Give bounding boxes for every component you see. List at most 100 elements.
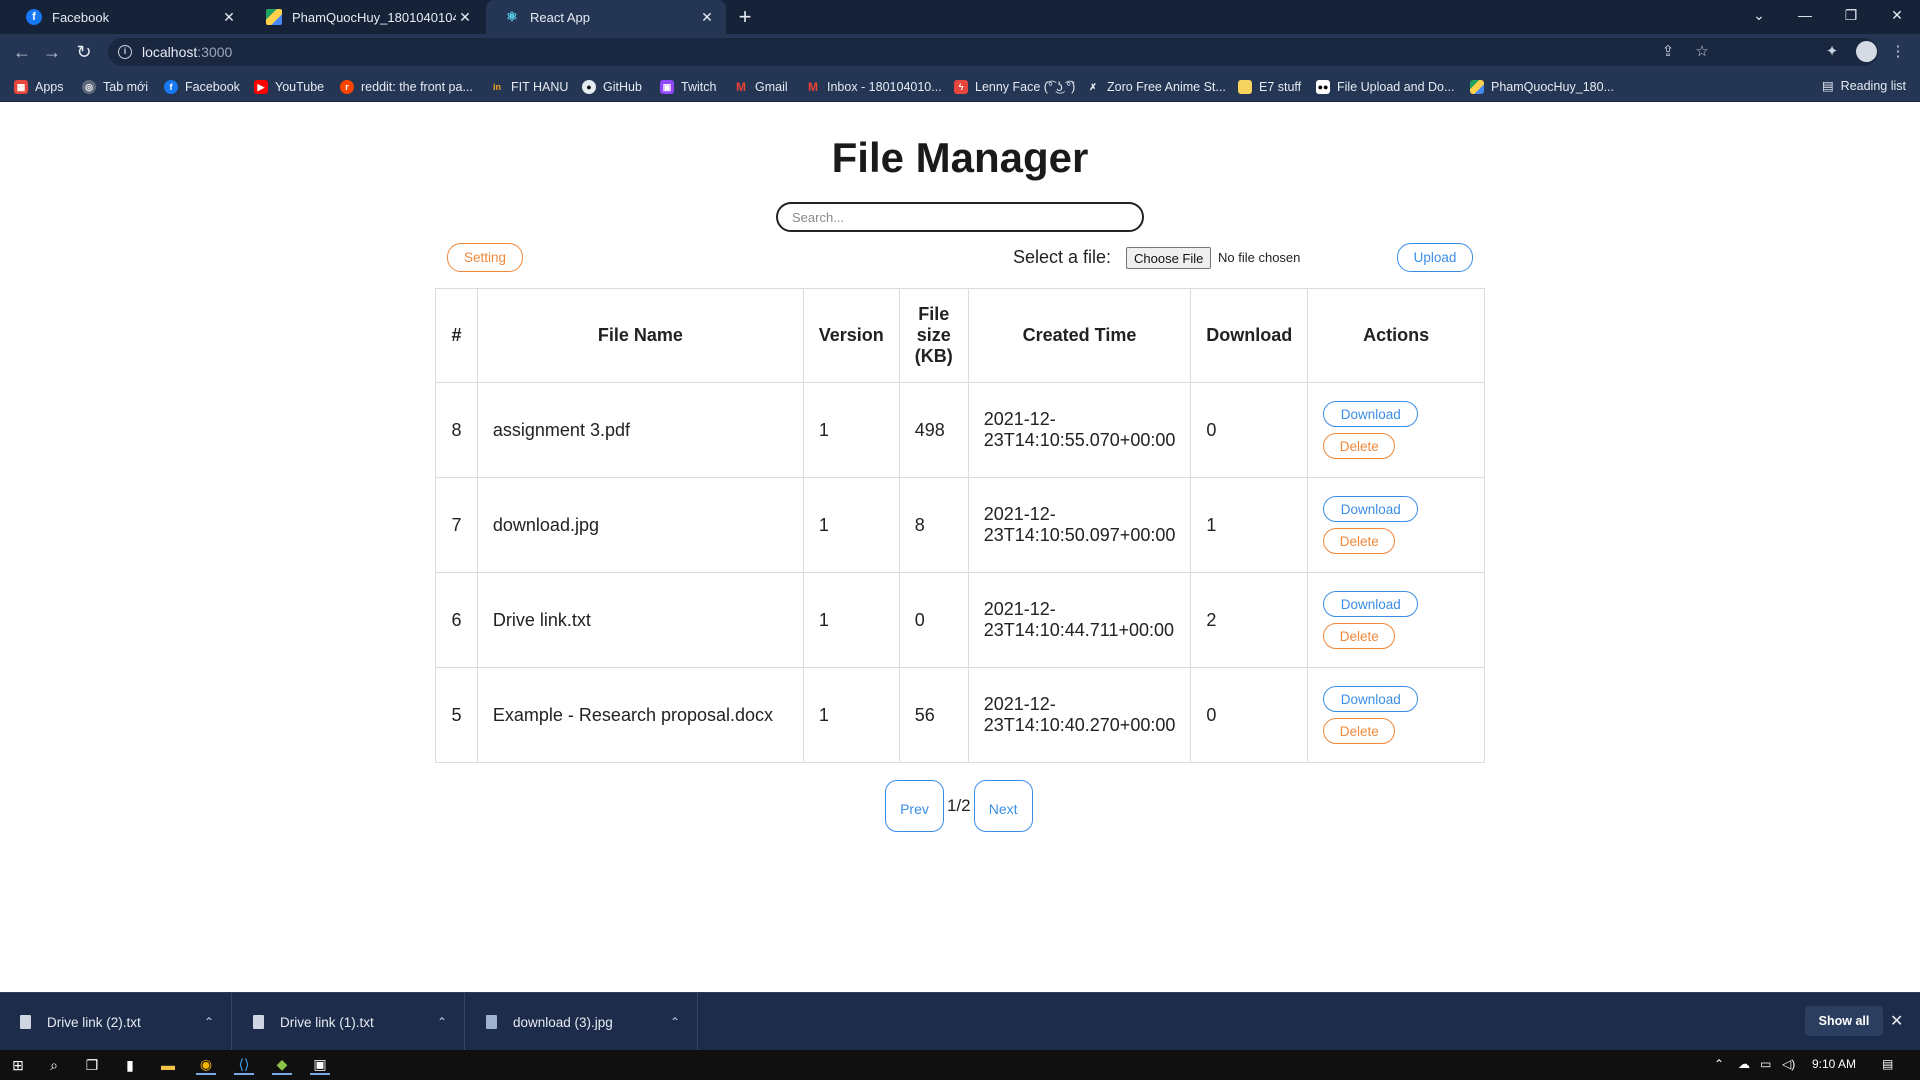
clock-time[interactable]: 9:10 AM bbox=[1812, 1057, 1856, 1071]
search-icon[interactable]: ⌕ bbox=[44, 1055, 64, 1075]
bookmark-lenny-face[interactable]: ϟ Lenny Face (͡° ͜ʖ ͡°) bbox=[954, 78, 1075, 96]
files-table: # File Name Version File size (KB) Creat… bbox=[435, 288, 1485, 763]
network-icon[interactable]: ▭ bbox=[1760, 1057, 1771, 1071]
download-button[interactable]: Download bbox=[1323, 401, 1419, 427]
delete-button[interactable]: Delete bbox=[1323, 623, 1396, 649]
chrome-icon[interactable]: ◉ bbox=[196, 1055, 216, 1075]
bookmark-zoro[interactable]: ✗ Zoro Free Anime St... bbox=[1086, 78, 1226, 96]
choose-file-button[interactable]: Choose File bbox=[1126, 247, 1212, 269]
download-button[interactable]: Download bbox=[1323, 591, 1419, 617]
close-icon[interactable]: ✕ bbox=[698, 9, 716, 26]
upload-button[interactable]: Upload bbox=[1397, 243, 1473, 272]
close-icon[interactable]: ✕ bbox=[220, 9, 238, 26]
row-actions: Download Delete bbox=[1307, 667, 1485, 763]
address-bar[interactable]: i localhost:3000 ⇪ ☆ bbox=[108, 38, 1878, 66]
medium-icon: ●● bbox=[1316, 80, 1330, 94]
delete-button[interactable]: Delete bbox=[1323, 718, 1396, 744]
restore-icon[interactable]: ❐ bbox=[1828, 0, 1874, 30]
close-window-icon[interactable]: ✕ bbox=[1874, 0, 1920, 30]
profile-avatar-icon[interactable] bbox=[1856, 41, 1877, 62]
tab-react-app[interactable]: ⚛ React App ✕ bbox=[486, 0, 726, 34]
bookmark-youtube[interactable]: ▶ YouTube bbox=[254, 78, 324, 96]
new-tab-button[interactable]: + bbox=[732, 4, 758, 30]
download-button[interactable]: Download bbox=[1323, 686, 1419, 712]
bookmark-fit-hanu[interactable]: in FIT HANU bbox=[490, 78, 568, 96]
chevron-up-icon[interactable]: ⌃ bbox=[663, 1015, 687, 1029]
notifications-icon[interactable]: ▤ bbox=[1882, 1057, 1893, 1071]
site-info-icon[interactable]: i bbox=[118, 45, 132, 59]
download-item[interactable]: Drive link (2).txt ⌃ bbox=[0, 993, 232, 1051]
extensions-icon[interactable]: ✦ bbox=[1822, 42, 1842, 62]
download-button[interactable]: Download bbox=[1323, 496, 1419, 522]
close-shelf-icon[interactable]: ✕ bbox=[1890, 1011, 1903, 1031]
bookmark-reddit[interactable]: r reddit: the front pa... bbox=[340, 78, 473, 96]
minimize-icon[interactable]: — bbox=[1782, 0, 1828, 30]
bookmark-label: Tab mới bbox=[103, 80, 149, 94]
next-page-button[interactable]: Next bbox=[973, 780, 1033, 832]
file-explorer-icon[interactable]: ▬ bbox=[158, 1055, 178, 1075]
gmail-icon: M bbox=[736, 80, 746, 94]
bookmark-file-upload[interactable]: ●● File Upload and Do... bbox=[1316, 78, 1454, 96]
file-size: 8 bbox=[898, 477, 969, 573]
prev-page-button[interactable]: Prev bbox=[885, 780, 944, 832]
bookmark-github[interactable]: ● GitHub bbox=[582, 78, 642, 96]
menu-icon[interactable]: ⋮ bbox=[1888, 42, 1908, 62]
delete-button[interactable]: Delete bbox=[1323, 433, 1396, 459]
row-actions: Download Delete bbox=[1307, 382, 1485, 478]
bookmark-tab-moi[interactable]: ◎ Tab mới bbox=[82, 78, 148, 96]
reload-icon[interactable]: ↻ bbox=[72, 40, 96, 64]
bookmark-twitch[interactable]: ▣ Twitch bbox=[660, 78, 716, 96]
file-size: 56 bbox=[898, 667, 969, 763]
bookmark-inbox[interactable]: M Inbox - 180104010... bbox=[806, 78, 942, 96]
url-text: localhost:3000 bbox=[142, 44, 232, 60]
setting-button[interactable]: Setting bbox=[447, 243, 523, 272]
tab-search-icon[interactable]: ⌄ bbox=[1736, 0, 1782, 30]
app-icon[interactable]: ▮ bbox=[120, 1055, 140, 1075]
back-icon[interactable]: ← bbox=[10, 40, 34, 64]
intellij-icon[interactable]: ▣ bbox=[310, 1055, 330, 1075]
show-all-downloads-button[interactable]: Show all bbox=[1805, 1006, 1883, 1036]
lenny-icon: ϟ bbox=[954, 80, 968, 94]
bookmark-e7-stuff[interactable]: E7 stuff bbox=[1238, 78, 1301, 96]
table-row: 7 download.jpg 1 8 2021-12-23T14:10:50.0… bbox=[435, 477, 1485, 573]
tab-facebook[interactable]: f Facebook ✕ bbox=[8, 0, 248, 34]
vscode-icon[interactable]: ⟨⟩ bbox=[234, 1055, 254, 1075]
onedrive-icon[interactable]: ☁ bbox=[1738, 1057, 1750, 1071]
forward-icon[interactable]: → bbox=[40, 40, 64, 64]
chevron-up-icon[interactable]: ⌃ bbox=[197, 1015, 221, 1029]
twitch-icon: ▣ bbox=[660, 80, 674, 94]
windows-start-icon[interactable]: ⊞ bbox=[8, 1055, 28, 1075]
volume-icon[interactable]: ◁) bbox=[1782, 1057, 1795, 1071]
bookmark-label: Zoro Free Anime St... bbox=[1107, 80, 1226, 94]
bookmark-drive[interactable]: PhamQuocHuy_180... bbox=[1470, 78, 1614, 96]
tab-google-drive[interactable]: PhamQuocHuy_1801040104 - Go ✕ bbox=[248, 0, 484, 34]
facebook-icon: f bbox=[164, 80, 178, 94]
reading-list-button[interactable]: ▤ Reading list bbox=[1822, 78, 1906, 94]
file-icon bbox=[20, 1015, 31, 1029]
share-icon[interactable]: ⇪ bbox=[1658, 42, 1678, 62]
bookmark-facebook[interactable]: f Facebook bbox=[164, 78, 240, 96]
reading-list-label: Reading list bbox=[1840, 78, 1906, 93]
file-version: 1 bbox=[802, 572, 900, 668]
youtube-icon: ▶ bbox=[254, 80, 268, 94]
search-input[interactable] bbox=[776, 202, 1144, 232]
windows-taskbar: ⊞ ⌕ ❐ ▮ ▬ ◉ ⟨⟩ ◆ ▣ ⌃ ☁ ▭ ◁) 9:10 AM ▤ bbox=[0, 1050, 1920, 1080]
browser-toolbar: ← → ↻ i localhost:3000 ⇪ ☆ ✦ ⋮ bbox=[0, 34, 1920, 70]
bookmark-gmail[interactable]: M Gmail bbox=[734, 78, 788, 96]
bookmark-label: PhamQuocHuy_180... bbox=[1491, 80, 1614, 94]
download-item[interactable]: download (3).jpg ⌃ bbox=[466, 993, 698, 1051]
task-view-icon[interactable]: ❐ bbox=[82, 1055, 102, 1075]
delete-button[interactable]: Delete bbox=[1323, 528, 1396, 554]
table-row: 6 Drive link.txt 1 0 2021-12-23T14:10:44… bbox=[435, 572, 1485, 668]
close-icon[interactable]: ✕ bbox=[456, 9, 474, 26]
file-created-time: 2021-12-23T14:10:40.270+00:00 bbox=[967, 667, 1192, 763]
tray-chevron-up-icon[interactable]: ⌃ bbox=[1714, 1057, 1724, 1071]
download-item[interactable]: Drive link (1).txt ⌃ bbox=[233, 993, 465, 1051]
bluestacks-icon[interactable]: ◆ bbox=[272, 1055, 292, 1075]
bookmark-apps[interactable]: ▦ Apps bbox=[14, 78, 64, 96]
chevron-up-icon[interactable]: ⌃ bbox=[430, 1015, 454, 1029]
downloads-shelf: Drive link (2).txt ⌃ Drive link (1).txt … bbox=[0, 992, 1920, 1051]
bookmark-star-icon[interactable]: ☆ bbox=[1692, 42, 1712, 62]
file-id: 6 bbox=[435, 572, 478, 668]
file-version: 1 bbox=[802, 667, 900, 763]
